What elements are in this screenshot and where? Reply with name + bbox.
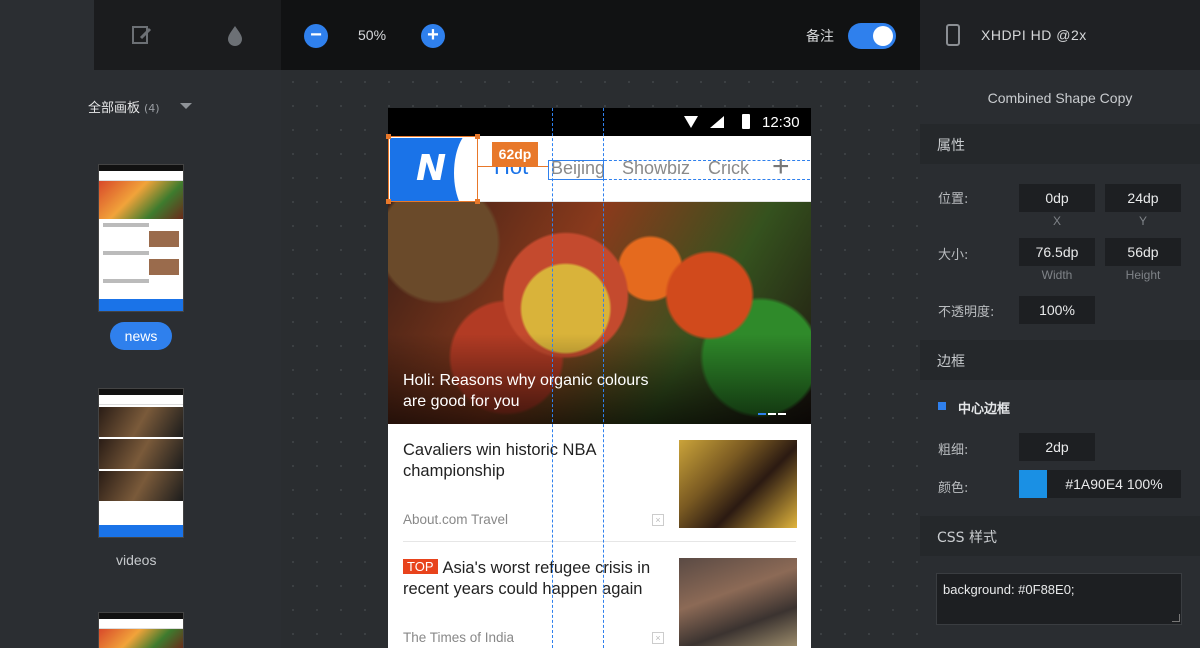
toggle-knob — [873, 26, 893, 46]
article-card[interactable]: Cavaliers win historic NBA championship … — [388, 424, 811, 542]
width-value[interactable]: 76.5dp — [1019, 238, 1095, 266]
zoom-out-button[interactable]: − — [304, 24, 328, 48]
distance-line — [478, 166, 548, 167]
height-value[interactable]: 56dp — [1105, 238, 1181, 266]
hero-title: Holi: Reasons why organic colours are go… — [403, 372, 649, 410]
article-title: Asia's worst refugee crisis in recent ye… — [403, 559, 651, 598]
hero-banner[interactable]: Holi: Reasons why organic colours are go… — [388, 202, 811, 424]
edit-icon[interactable] — [131, 24, 153, 46]
wifi-icon — [684, 116, 698, 128]
zoom-level: 50% — [358, 27, 387, 43]
droplet-icon[interactable] — [224, 24, 246, 46]
chevron-down-icon[interactable] — [180, 103, 192, 109]
opacity-label: 不透明度: — [938, 305, 995, 320]
resize-handle[interactable] — [386, 199, 391, 204]
resize-grip-icon[interactable] — [1172, 614, 1180, 622]
zoom-in-button[interactable]: + — [421, 24, 445, 48]
app-window: − 50% + 备注 XHDPI HD @2x 全部画板 (4) news vid… — [0, 0, 1200, 648]
position-y-value[interactable]: 24dp — [1105, 184, 1181, 212]
selection-box[interactable] — [386, 134, 480, 204]
article-title-wrap: TOP Asia's worst refugee crisis in recent… — [403, 558, 658, 600]
status-bar: 12:30 — [388, 108, 811, 136]
article-thumbnail — [679, 440, 797, 528]
guide-box — [604, 160, 810, 180]
opacity-value[interactable]: 100% — [1019, 296, 1095, 324]
guide-line — [552, 108, 553, 648]
artboard-thumbnail-third[interactable] — [98, 612, 184, 648]
artboard-label-videos[interactable]: videos — [116, 552, 156, 568]
window-edge — [0, 0, 94, 648]
position-x-value[interactable]: 0dp — [1019, 184, 1095, 212]
border-indicator — [938, 402, 946, 410]
notes-label: 备注 — [806, 29, 834, 45]
top-badge: TOP — [403, 559, 438, 574]
border-name: 中心边框 — [958, 402, 1011, 417]
thickness-value[interactable]: 2dp — [1019, 433, 1095, 461]
resize-handle[interactable] — [386, 134, 391, 139]
article-card[interactable]: TOP Asia's worst refugee crisis in recent… — [388, 542, 811, 648]
article-title: Cavaliers win historic NBA championship — [403, 441, 596, 480]
css-code-box[interactable]: background: #0F88E0; — [936, 573, 1182, 625]
article-source: The Times of India — [403, 630, 515, 645]
resize-handle[interactable] — [475, 134, 480, 139]
dismiss-icon[interactable]: × — [652, 514, 664, 526]
position-x-caption: X — [1052, 214, 1061, 228]
artboard-label-news[interactable]: news — [110, 322, 172, 350]
zoom-control: − 50% + — [300, 22, 460, 50]
section-border: 边框 — [920, 340, 1200, 380]
dismiss-icon[interactable]: × — [652, 632, 664, 644]
artboard-thumbnail-videos[interactable] — [98, 388, 184, 538]
notes-toggle[interactable] — [848, 23, 896, 49]
carousel-indicator — [758, 402, 788, 420]
section-attributes: 属性 — [920, 124, 1200, 164]
signal-icon — [710, 116, 724, 128]
layer-name: Combined Shape Copy — [987, 90, 1133, 106]
article-source: About.com Travel — [403, 512, 509, 527]
battery-icon — [742, 114, 750, 129]
artboard-count: (4) — [144, 102, 160, 115]
guide-line — [603, 108, 604, 648]
artboard-group-name: 全部画板 — [88, 101, 141, 116]
distance-badge: 62dp — [492, 142, 538, 166]
color-label: 颜色: — [938, 481, 969, 496]
artboard-thumbnail-news[interactable] — [98, 164, 184, 312]
device-selector[interactable]: XHDPI HD @2x — [981, 27, 1087, 43]
size-label: 大小: — [938, 248, 969, 263]
thickness-label: 粗细: — [938, 443, 969, 458]
position-label: 位置: — [938, 192, 969, 207]
article-thumbnail — [679, 558, 797, 646]
height-caption: Height — [1125, 268, 1161, 282]
phone-icon — [946, 24, 960, 46]
width-caption: Width — [1041, 268, 1073, 282]
section-css: CSS 样式 — [920, 516, 1200, 556]
tool-group — [94, 0, 281, 70]
artboard-group-title[interactable]: 全部画板 (4) — [88, 97, 160, 116]
status-time: 12:30 — [762, 114, 800, 131]
position-y-caption: Y — [1138, 214, 1147, 228]
hover-outline — [548, 160, 604, 180]
resize-handle[interactable] — [475, 199, 480, 204]
color-value[interactable]: #1A90E4 100% — [1047, 470, 1181, 498]
color-swatch[interactable] — [1019, 470, 1047, 498]
